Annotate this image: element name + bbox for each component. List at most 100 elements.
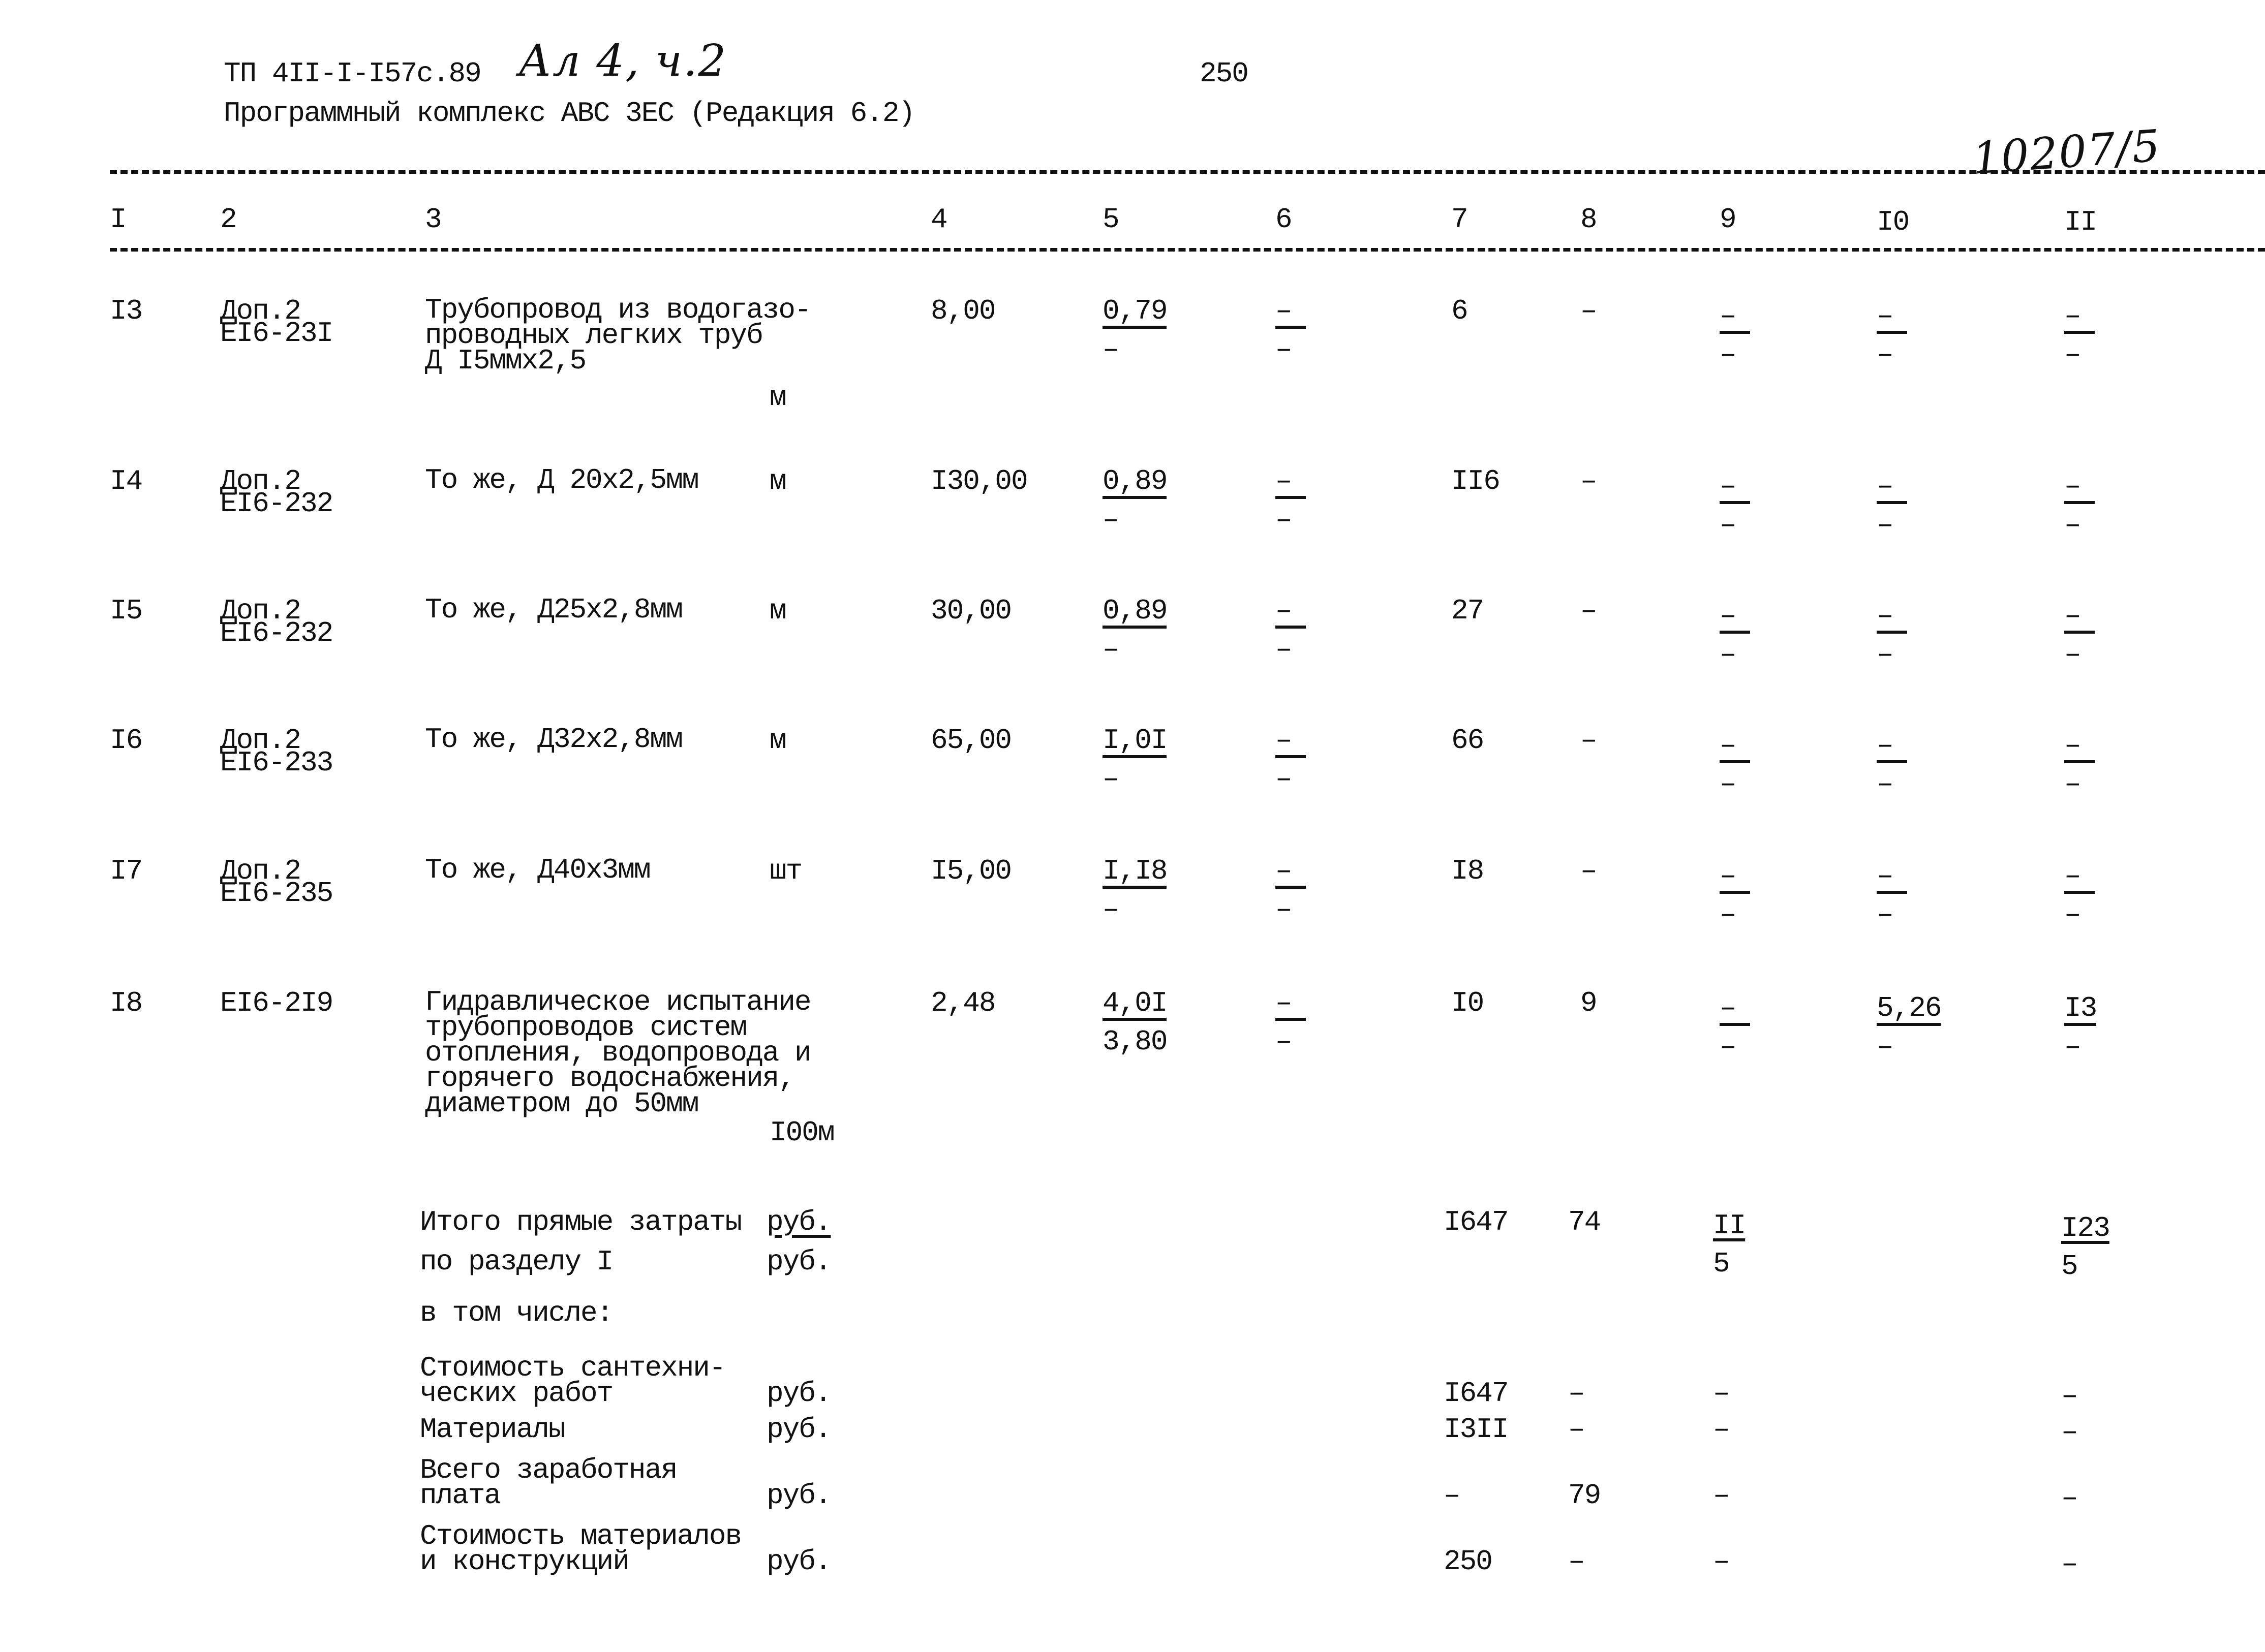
- col10-value-numerator: –: [1877, 472, 1907, 504]
- total-cost-col7: II6: [1451, 465, 1501, 497]
- col11-value-numerator: I3: [2064, 994, 2097, 1026]
- col10-value: – –: [1877, 302, 1907, 369]
- breakdown-col7: –: [1444, 1479, 1461, 1512]
- breakdown-unit: руб.: [767, 1413, 832, 1446]
- col10-value: – –: [1877, 862, 1907, 929]
- col6-value: – –: [1275, 726, 1306, 795]
- breakdown-col7: 250: [1444, 1545, 1493, 1578]
- col10-value-numerator: –: [1877, 862, 1907, 894]
- unit-cost-col5-numerator: 0,89: [1103, 597, 1168, 629]
- col6-value-numerator: –: [1275, 597, 1306, 629]
- column-header: 7: [1451, 203, 1468, 236]
- breakdown-col7: I3II: [1444, 1413, 1509, 1446]
- work-description: То же, Д40х3мм: [425, 854, 651, 886]
- col6-value-denominator: –: [1275, 504, 1293, 536]
- col11-value-numerator: –: [2064, 302, 2095, 334]
- col9-value: – –: [1720, 602, 1750, 669]
- col11-value: – –: [2064, 862, 2095, 931]
- unit-cost-col5: 0,89 –: [1103, 597, 1168, 666]
- breakdown-unit: руб.: [767, 1377, 832, 1410]
- col10-value-denominator: –: [1877, 1031, 1894, 1063]
- column-header: I0: [1877, 206, 1910, 238]
- row-number: I5: [110, 595, 143, 627]
- col8-value: –: [1580, 465, 1598, 497]
- col6-value-numerator: –: [1275, 989, 1306, 1021]
- col6-value-numerator: –: [1275, 726, 1306, 758]
- col11-value-denominator: –: [2064, 768, 2082, 800]
- column-header: 2: [220, 203, 237, 236]
- col9-value-numerator: –: [1720, 472, 1750, 504]
- col10-value-denominator: –: [1877, 768, 1894, 800]
- breakdown-unit: руб.: [767, 1479, 832, 1512]
- rate-code-sub: ЕI6-23I: [220, 317, 333, 350]
- breakdown-col8: –: [1568, 1545, 1585, 1578]
- col6-value: – –: [1275, 857, 1306, 924]
- unit-cost-col5-numerator: 4,0I: [1103, 989, 1168, 1021]
- col11-value: – –: [2064, 302, 2095, 369]
- unit-cost-col5: I,0I –: [1103, 726, 1168, 795]
- header-bottom-rule: [110, 248, 2265, 252]
- col9-value-numerator: –: [1720, 862, 1750, 894]
- col11-value-denominator: –: [2064, 1031, 2082, 1063]
- column-header: 3: [425, 203, 442, 236]
- total-unit-line2: руб.: [767, 1245, 832, 1278]
- column-header: 6: [1275, 203, 1293, 236]
- total-col9-num: II: [1713, 1209, 1746, 1242]
- breakdown-col9: –: [1713, 1413, 1730, 1446]
- col8-value: –: [1580, 724, 1598, 757]
- total-cost-col7: 6: [1451, 295, 1468, 327]
- col6-value: – –: [1275, 989, 1306, 1056]
- col6-value-denominator: –: [1275, 333, 1293, 366]
- col9-value-denominator: –: [1720, 338, 1737, 371]
- row-number: I3: [110, 295, 143, 327]
- column-header: 5: [1103, 203, 1120, 236]
- total-cost-col7: 66: [1451, 724, 1484, 757]
- col6-value-numerator: –: [1275, 467, 1306, 499]
- col11-value-denominator: –: [2064, 638, 2082, 671]
- col10-value-numerator: –: [1877, 731, 1907, 763]
- col10-value: – –: [1877, 472, 1907, 539]
- col6-value-denominator: –: [1275, 633, 1293, 666]
- unit-cost-col5-denominator: –: [1103, 893, 1120, 926]
- total-col11-num: I23: [2061, 1212, 2110, 1244]
- col6-value-numerator: –: [1275, 297, 1306, 329]
- col9-value: – –: [1720, 862, 1750, 929]
- total-col7: I647: [1444, 1206, 1509, 1238]
- row-number: I8: [110, 987, 143, 1019]
- breakdown-col8: –: [1568, 1413, 1585, 1446]
- column-header: II: [2064, 206, 2097, 238]
- rate-code: ЕI6-2I9: [220, 987, 333, 1019]
- rate-code-sub: ЕI6-232: [220, 617, 333, 649]
- unit-cost-col5-denominator: –: [1103, 633, 1120, 666]
- unit-cost-col5-denominator: –: [1103, 333, 1120, 366]
- breakdown-col8: –: [1568, 1377, 1585, 1410]
- unit-cost-col5-denominator: –: [1103, 763, 1120, 795]
- col10-value-numerator: 5,26: [1877, 994, 1942, 1026]
- col11-value-denominator: –: [2064, 898, 2082, 931]
- column-header: 4: [931, 203, 948, 236]
- col6-value-denominator: –: [1275, 763, 1293, 795]
- col11-value: – –: [2064, 731, 2095, 800]
- unit-cost-col5-numerator: 0,79: [1103, 297, 1168, 329]
- unit-cost-col5: I,I8 –: [1103, 857, 1168, 926]
- total-cost-col7: 27: [1451, 595, 1484, 627]
- col10-value-numerator: –: [1877, 602, 1907, 634]
- total-col8: 74: [1568, 1206, 1601, 1238]
- col6-value-numerator: –: [1275, 857, 1306, 889]
- breakdown-col8: 79: [1568, 1479, 1601, 1512]
- col11-value: – –: [2064, 472, 2095, 539]
- total-col9-den: 5: [1713, 1248, 1730, 1280]
- breakdown-label: Стоимость материалов и конструкций: [420, 1520, 742, 1578]
- program-title: Программный комплекс АВС 3ЕС (Редакция 6…: [224, 97, 915, 130]
- handwritten-reference: 10207/5: [1970, 120, 2163, 184]
- col8-value: –: [1580, 855, 1598, 887]
- column-header: 9: [1720, 203, 1737, 236]
- col8-value: –: [1580, 595, 1598, 627]
- col10-value: – –: [1877, 602, 1907, 669]
- breakdown-col7: I647: [1444, 1377, 1509, 1410]
- col10-value-numerator: –: [1877, 302, 1907, 334]
- col9-value: – –: [1720, 472, 1750, 539]
- breakdown-col11: –: [2061, 1380, 2078, 1412]
- unit-of-measure: м: [770, 465, 787, 497]
- col9-value-numerator: –: [1720, 302, 1750, 334]
